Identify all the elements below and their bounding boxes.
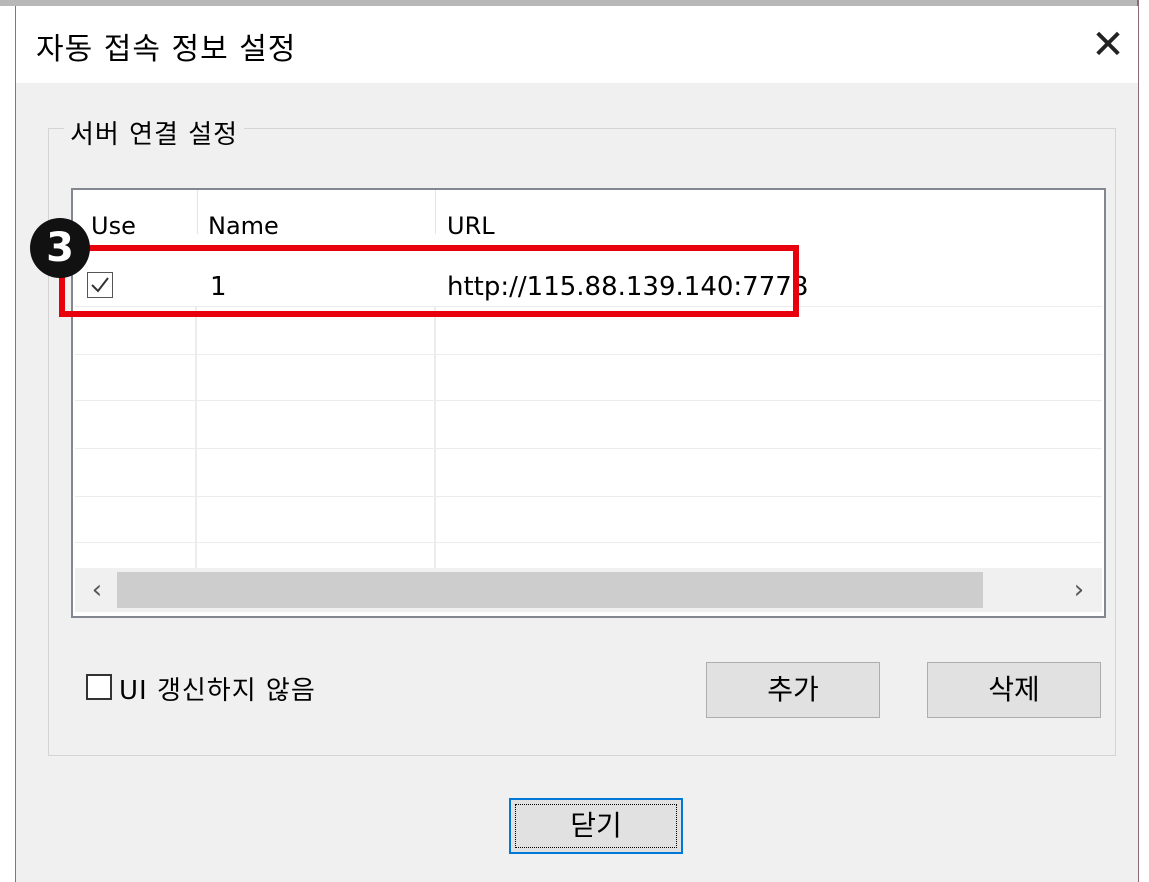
horizontal-scrollbar[interactable]: ‹ › bbox=[75, 568, 1102, 612]
highlight-annotation-box bbox=[59, 245, 799, 317]
column-divider[interactable] bbox=[197, 190, 198, 234]
close-button-label: 닫기 bbox=[570, 809, 622, 842]
column-header-use[interactable]: Use bbox=[91, 212, 136, 240]
dialog-titlebar: 자동 접속 정보 설정 ✕ bbox=[16, 6, 1138, 83]
step-number-badge: 3 bbox=[30, 218, 90, 278]
grid-line bbox=[75, 496, 1102, 497]
grid-line bbox=[75, 448, 1102, 449]
auto-connect-dialog: 자동 접속 정보 설정 ✕ 서버 연결 설정 Use Name URL 1 ht… bbox=[15, 6, 1138, 882]
background-window-right bbox=[1138, 0, 1149, 882]
dialog-title: 자동 접속 정보 설정 bbox=[36, 32, 297, 67]
no-ui-refresh-label[interactable]: UI 갱신하지 않음 bbox=[119, 670, 316, 707]
close-button[interactable]: 닫기 bbox=[509, 798, 683, 854]
scroll-thumb[interactable] bbox=[117, 572, 983, 608]
close-icon[interactable]: ✕ bbox=[1080, 16, 1136, 74]
scroll-right-icon[interactable]: › bbox=[1059, 570, 1099, 610]
grid-line bbox=[195, 306, 197, 568]
no-ui-refresh-checkbox[interactable] bbox=[86, 674, 112, 700]
scroll-left-icon[interactable]: ‹ bbox=[77, 570, 117, 610]
column-divider[interactable] bbox=[435, 190, 436, 234]
grid-line bbox=[75, 400, 1102, 401]
column-header-name[interactable]: Name bbox=[208, 212, 279, 240]
background-window-edge bbox=[0, 0, 15, 882]
grid-line bbox=[75, 354, 1102, 355]
add-button[interactable]: 추가 bbox=[706, 662, 880, 718]
grid-line bbox=[434, 306, 436, 568]
grid-line bbox=[75, 542, 1102, 543]
groupbox-label: 서버 연결 설정 bbox=[64, 114, 245, 151]
column-header-url[interactable]: URL bbox=[447, 212, 495, 240]
delete-button[interactable]: 삭제 bbox=[927, 662, 1101, 718]
